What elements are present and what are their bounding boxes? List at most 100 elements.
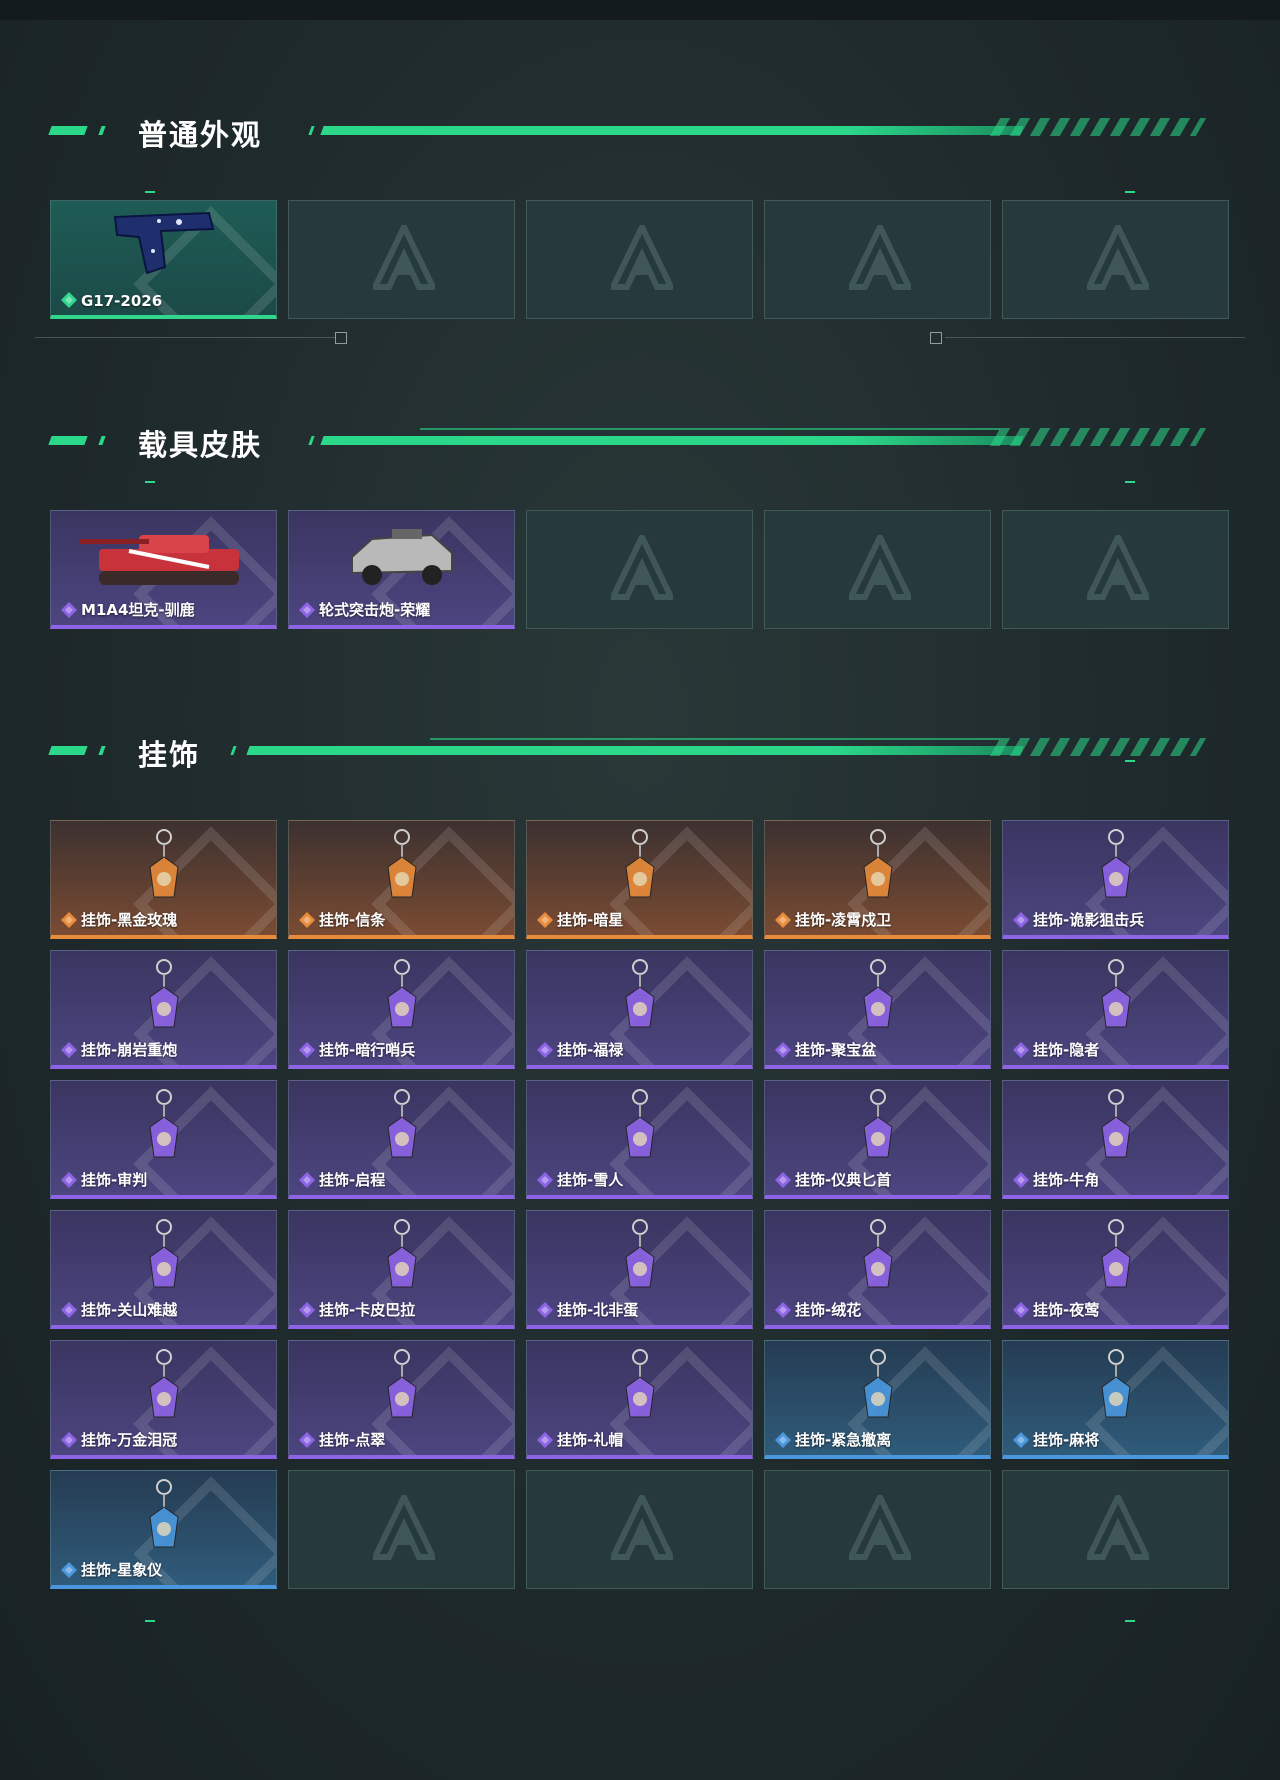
logo-icon xyxy=(846,530,914,605)
item-card[interactable]: 挂饰-星象仪 xyxy=(50,1470,277,1589)
item-card[interactable]: 挂饰-牛角 xyxy=(1002,1080,1229,1199)
rarity-icon xyxy=(299,1042,315,1058)
title-tick xyxy=(308,126,315,135)
item-card[interactable]: 挂饰-崩岩重炮 xyxy=(50,950,277,1069)
item-card[interactable]: 挂饰-凌霄戍卫 xyxy=(764,820,991,939)
corner-mark xyxy=(1125,191,1135,193)
item-name: 挂饰-雪人 xyxy=(557,1171,624,1189)
item-name: 挂饰-诡影狙击兵 xyxy=(1033,911,1145,929)
item-card[interactable]: 挂饰-黑金玫瑰 xyxy=(50,820,277,939)
item-card[interactable]: 挂饰-福禄 xyxy=(526,950,753,1069)
logo-icon xyxy=(1084,220,1152,295)
item-card[interactable]: 挂饰-审判 xyxy=(50,1080,277,1199)
armored-car-icon xyxy=(342,517,462,602)
item-name: 挂饰-绒花 xyxy=(795,1301,862,1319)
item-card[interactable]: 挂饰-北非蛋 xyxy=(526,1210,753,1329)
item-card[interactable]: 挂饰-卡皮巴拉 xyxy=(288,1210,515,1329)
charm-icon xyxy=(134,827,194,922)
title-dash xyxy=(98,746,106,755)
rarity-icon xyxy=(1013,1042,1029,1058)
item-name: 挂饰-崩岩重炮 xyxy=(81,1041,178,1059)
item-card[interactable]: 挂饰-仪典匕首 xyxy=(764,1080,991,1199)
empty-slot[interactable] xyxy=(526,510,753,629)
logo-icon xyxy=(608,220,676,295)
item-name: G17-2026 xyxy=(81,292,163,310)
item-name: M1A4坦克-驯鹿 xyxy=(81,601,195,619)
item-name: 挂饰-点翠 xyxy=(319,1431,386,1449)
logo-icon xyxy=(608,530,676,605)
empty-slot[interactable] xyxy=(526,1470,753,1589)
item-card[interactable]: 挂饰-绒花 xyxy=(764,1210,991,1329)
item-card[interactable]: 挂饰-麻将 xyxy=(1002,1340,1229,1459)
charm-icon xyxy=(134,1087,194,1182)
item-card[interactable]: 挂饰-夜莺 xyxy=(1002,1210,1229,1329)
logo-icon xyxy=(1084,1490,1152,1565)
empty-slot[interactable] xyxy=(764,1470,991,1589)
section-title: 挂饰 xyxy=(138,738,201,772)
item-name: 挂饰-聚宝盆 xyxy=(795,1041,877,1059)
empty-slot[interactable] xyxy=(1002,1470,1229,1589)
empty-slot[interactable] xyxy=(764,510,991,629)
empty-slot[interactable] xyxy=(1002,510,1229,629)
rarity-icon xyxy=(1013,1172,1029,1188)
charm-icon xyxy=(372,827,432,922)
item-card[interactable]: 挂饰-暗行哨兵 xyxy=(288,950,515,1069)
rarity-icon xyxy=(537,1302,553,1318)
item-card[interactable]: 轮式突击炮-荣耀 xyxy=(288,510,515,629)
item-card[interactable]: 挂饰-诡影狙击兵 xyxy=(1002,820,1229,939)
charm-icon xyxy=(848,1217,908,1312)
empty-slot[interactable] xyxy=(1002,200,1229,319)
corner-mark xyxy=(145,481,155,483)
empty-slot[interactable] xyxy=(764,200,991,319)
charm-icon xyxy=(372,957,432,1052)
title-dash xyxy=(48,436,88,445)
empty-slot[interactable] xyxy=(288,1470,515,1589)
item-card[interactable]: 挂饰-雪人 xyxy=(526,1080,753,1199)
item-card[interactable]: G17-2026 xyxy=(50,200,277,319)
item-name: 挂饰-启程 xyxy=(319,1171,386,1189)
rarity-icon xyxy=(61,1172,77,1188)
corner-mark xyxy=(1125,1620,1135,1622)
rarity-icon xyxy=(775,1432,791,1448)
section-header-charms: 挂饰 xyxy=(0,732,1280,772)
empty-slot[interactable] xyxy=(288,200,515,319)
item-name: 挂饰-隐者 xyxy=(1033,1041,1100,1059)
rarity-icon xyxy=(61,912,77,928)
rarity-icon xyxy=(1013,1432,1029,1448)
item-card[interactable]: 挂饰-隐者 xyxy=(1002,950,1229,1069)
corner-mark xyxy=(1125,481,1135,483)
rarity-icon xyxy=(61,1562,77,1578)
logo-icon xyxy=(370,220,438,295)
rarity-icon xyxy=(537,1432,553,1448)
item-name: 挂饰-紧急撤离 xyxy=(795,1431,892,1449)
item-card[interactable]: 挂饰-万金泪冠 xyxy=(50,1340,277,1459)
section-header-vehicle-skins: 载具皮肤 xyxy=(0,422,1280,462)
item-name: 挂饰-牛角 xyxy=(1033,1171,1100,1189)
charm-icon xyxy=(134,1477,194,1572)
item-card[interactable]: 挂饰-紧急撤离 xyxy=(764,1340,991,1459)
empty-slot[interactable] xyxy=(526,200,753,319)
item-name: 挂饰-卡皮巴拉 xyxy=(319,1301,416,1319)
item-card[interactable]: 挂饰-关山难越 xyxy=(50,1210,277,1329)
charm-icon xyxy=(134,957,194,1052)
item-card[interactable]: 挂饰-信条 xyxy=(288,820,515,939)
item-card[interactable]: 挂饰-聚宝盆 xyxy=(764,950,991,1069)
item-card[interactable]: 挂饰-暗星 xyxy=(526,820,753,939)
title-checker xyxy=(989,428,1207,446)
rarity-icon xyxy=(537,912,553,928)
rarity-icon xyxy=(61,1302,77,1318)
rarity-icon xyxy=(1013,912,1029,928)
item-card[interactable]: M1A4坦克-驯鹿 xyxy=(50,510,277,629)
item-card[interactable]: 挂饰-启程 xyxy=(288,1080,515,1199)
rarity-icon xyxy=(299,1302,315,1318)
rarity-icon xyxy=(775,912,791,928)
charm-icon xyxy=(1086,957,1146,1052)
item-card[interactable]: 挂饰-点翠 xyxy=(288,1340,515,1459)
rarity-icon xyxy=(537,1172,553,1188)
item-card[interactable]: 挂饰-礼帽 xyxy=(526,1340,753,1459)
item-name: 轮式突击炮-荣耀 xyxy=(319,601,431,619)
item-name: 挂饰-北非蛋 xyxy=(557,1301,639,1319)
charm-icon xyxy=(372,1347,432,1442)
item-name: 挂饰-夜莺 xyxy=(1033,1301,1100,1319)
section-title: 普通外观 xyxy=(138,118,263,152)
